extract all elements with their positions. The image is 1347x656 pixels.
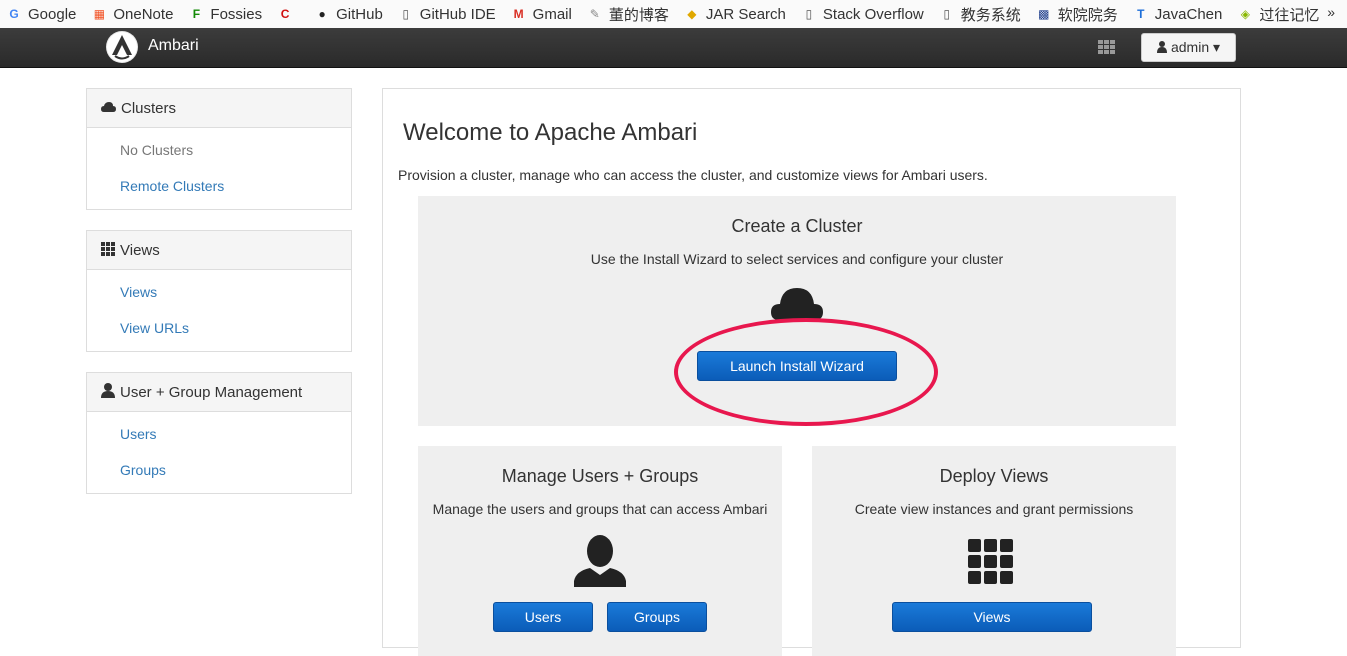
bookmarks-overflow-button[interactable]: » — [1327, 4, 1335, 20]
admin-user-button[interactable]: admin ▾ — [1141, 33, 1236, 62]
bookmark-label: Stack Overflow — [822, 5, 924, 23]
groups-button[interactable]: Groups — [607, 602, 707, 632]
apps-grid-icon[interactable] — [1098, 40, 1115, 54]
bookmark-item[interactable]: ◆ JAR Search — [684, 6, 786, 23]
grid-icon — [968, 539, 1014, 590]
brand-title[interactable]: Ambari — [148, 37, 199, 55]
t-icon: T — [1137, 7, 1145, 21]
feather-icon: ✎ — [589, 7, 600, 21]
views-panel-header: Views — [87, 231, 351, 270]
deploy-views-text: Create view instances and grant permissi… — [854, 501, 1134, 517]
views-panel-title: Views — [120, 241, 160, 259]
manage-users-card: Manage Users + Groups Manage the users a… — [418, 446, 782, 656]
bookmark-label: GitHub — [336, 5, 383, 23]
sidebar-item-view-urls[interactable]: View URLs — [87, 310, 351, 346]
manage-users-title: Manage Users + Groups — [501, 466, 699, 486]
c-red-icon: C — [280, 7, 290, 21]
main-content: Welcome to Apache Ambari Provision a clu… — [382, 88, 1241, 656]
create-cluster-card: Create a Cluster Use the Install Wizard … — [418, 196, 1176, 426]
bookmark-item[interactable]: G Google — [6, 6, 76, 23]
bookmark-item[interactable]: ▩ 软院院务 — [1036, 4, 1118, 25]
bookmark-label: OneNote — [113, 5, 174, 23]
sidebar-item-remote-clusters[interactable]: Remote Clusters — [87, 168, 351, 204]
bookmark-label: Gmail — [532, 5, 572, 23]
windows-icon: ▦ — [93, 7, 106, 21]
ambari-logo[interactable] — [106, 31, 138, 63]
user-group-panel-title: User + Group Management — [120, 383, 303, 401]
cloud-icon — [771, 288, 823, 325]
school-icon: ▩ — [1038, 7, 1050, 21]
user-icon — [1156, 40, 1167, 56]
clusters-panel: Clusters No Clusters Remote Clusters — [86, 88, 352, 210]
bookmark-label: Fossies — [210, 5, 263, 23]
manage-users-text: Manage the users and groups that can acc… — [432, 501, 768, 517]
bookmark-item[interactable]: ▯ GitHub IDE — [398, 5, 496, 23]
bookmark-label: 教务系统 — [960, 6, 1021, 24]
bookmark-label: 董的博客 — [608, 6, 669, 24]
github-icon: ● — [318, 7, 326, 21]
deploy-views-card: Deploy Views Create view instances and g… — [812, 446, 1176, 656]
create-cluster-text: Use the Install Wizard to select service… — [590, 251, 1004, 267]
bookmark-item[interactable]: ▦ OneNote — [91, 5, 174, 23]
page-icon: ▯ — [402, 7, 410, 21]
bookmark-label: JAR Search — [705, 5, 786, 23]
user-group-panel-header: User + Group Management — [87, 373, 351, 412]
bookmark-label: GitHub IDE — [419, 5, 496, 23]
fossies-icon: F — [192, 7, 201, 21]
bookmark-item[interactable]: T JavaChen — [1133, 5, 1223, 23]
page-title: Welcome to Apache Ambari — [403, 119, 698, 146]
create-cluster-title: Create a Cluster — [731, 216, 863, 236]
page-icon: ▯ — [943, 7, 951, 21]
clusters-panel-header: Clusters — [87, 89, 351, 128]
users-button[interactable]: Users — [493, 602, 593, 632]
launch-install-wizard-button[interactable]: Launch Install Wizard — [697, 351, 897, 381]
bookmarks-bar: G Google ▦ OneNote F Fossies C ● GitHub ▯ GitHub I… — [0, 0, 1347, 28]
page-description: Provision a cluster, manage who can acce… — [398, 167, 988, 183]
user-icon — [574, 535, 626, 592]
bookmark-label: JavaChen — [1154, 5, 1223, 23]
sidebar-item-groups[interactable]: Groups — [87, 452, 351, 488]
top-navbar: Ambari admin ▾ — [0, 28, 1347, 68]
admin-user-label: admin ▾ — [1170, 39, 1221, 55]
bookmark-item[interactable]: ◈ 过往记忆 — [1237, 4, 1320, 25]
cloud-icon — [101, 101, 116, 116]
bookmark-item[interactable]: ▯ 教务系统 — [939, 4, 1021, 25]
bookmark-label: Google — [28, 5, 77, 23]
grid-icon — [101, 241, 115, 259]
deploy-views-title: Deploy Views — [939, 466, 1049, 486]
clusters-panel-title: Clusters — [121, 99, 177, 117]
bookmark-item[interactable]: ● GitHub — [314, 5, 383, 23]
jar-icon: ◆ — [687, 7, 697, 21]
user-icon — [101, 383, 115, 401]
bookmark-item[interactable]: C — [277, 6, 299, 22]
user-group-panel: User + Group Management Users Groups — [86, 372, 352, 494]
bookmark-label: 过往记忆 — [1259, 6, 1320, 24]
gmail-icon: M — [513, 7, 524, 21]
views-panel: Views Views View URLs — [86, 230, 352, 352]
sidebar-item-views[interactable]: Views — [87, 274, 351, 310]
google-icon: G — [9, 7, 19, 21]
bookmark-label: 软院院务 — [1057, 6, 1118, 24]
sidebar-item-no-clusters: No Clusters — [120, 142, 194, 158]
bookmark-item[interactable]: F Fossies — [188, 6, 262, 23]
bookmark-item[interactable]: M Gmail — [511, 6, 572, 23]
bookmark-item[interactable]: ✎ 董的博客 — [587, 4, 669, 25]
views-button[interactable]: Views — [892, 602, 1092, 632]
sidebar-item-users[interactable]: Users — [87, 416, 351, 452]
bookmark-item[interactable]: ▯ Stack Overflow — [801, 6, 924, 23]
memory-icon: ◈ — [1240, 7, 1250, 21]
page-icon: ▯ — [805, 7, 813, 21]
